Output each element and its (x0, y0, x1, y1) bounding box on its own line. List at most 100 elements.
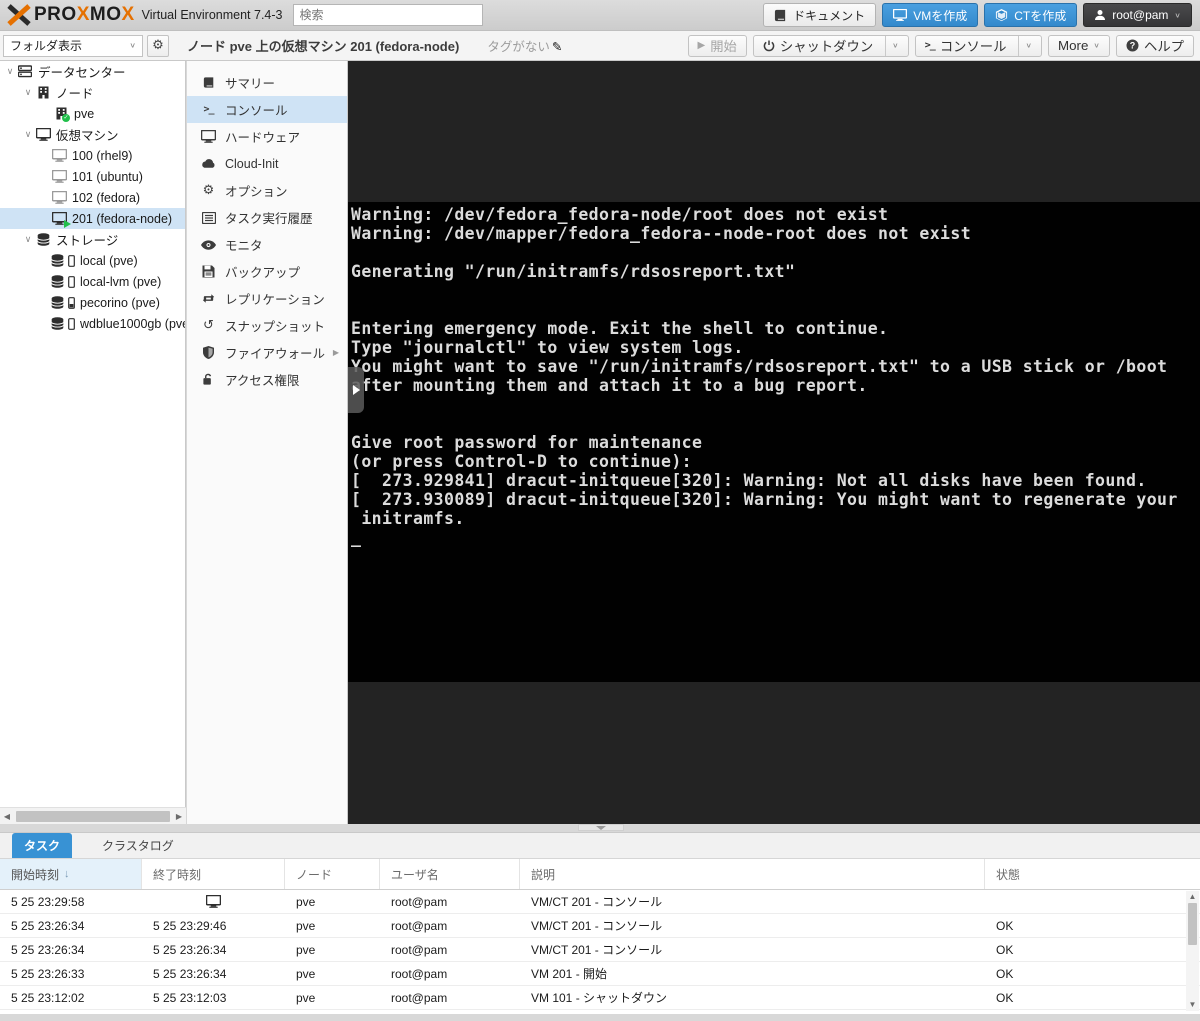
menu-item-task-history[interactable]: タスク実行履歴 (187, 204, 347, 231)
collapse-down-icon (596, 825, 606, 830)
tree-item-vm-102[interactable]: 102 (fedora) (0, 187, 185, 208)
column-header-user[interactable]: ユーザ名 (380, 859, 520, 889)
menu-item-backup[interactable]: バックアップ (187, 258, 347, 285)
expander-icon[interactable]: ∨ (22, 234, 34, 245)
start-button[interactable]: ▶ 開始 (687, 34, 747, 57)
task-row[interactable]: 5 25 23:26:34 5 25 23:29:46 pve root@pam… (0, 914, 1200, 938)
help-button[interactable]: ? ヘルプ (1116, 34, 1194, 57)
task-row[interactable]: 5 25 23:26:33 5 25 23:26:34 pve root@pam… (0, 962, 1200, 986)
eye-icon (200, 239, 217, 250)
tab-tasks[interactable]: タスク (12, 833, 73, 858)
tree-item-storage-local[interactable]: local (pve) (0, 250, 185, 271)
help-icon: ? (1126, 39, 1139, 52)
novnc-viewport[interactable]: Warning: /dev/fedora_fedora-node/root do… (348, 61, 1200, 824)
database-icon (48, 296, 66, 309)
chevron-down-icon: ∨ (892, 41, 899, 50)
display-icon (200, 130, 217, 143)
menu-item-console[interactable]: >_ コンソール (187, 96, 347, 123)
console-button[interactable]: >_ コンソール ∨ (914, 34, 1043, 57)
user-menu-button[interactable]: root@pam ∨ (1083, 3, 1192, 27)
menu-item-snapshot[interactable]: ↺ スナップショット (187, 312, 347, 339)
menu-item-options[interactable]: ⚙ オプション (187, 177, 347, 204)
scrollbar-thumb[interactable] (1188, 903, 1197, 945)
scroll-up-icon[interactable]: ▲ (1189, 891, 1197, 903)
console-line: Warning: /dev/mapper/fedora_fedora--node… (351, 224, 972, 243)
chevron-down-icon: ∨ (1174, 10, 1181, 19)
tree-item-storage-group[interactable]: ∨ ストレージ (0, 229, 185, 250)
menu-item-hardware[interactable]: ハードウェア (187, 123, 347, 150)
building-icon (34, 86, 52, 99)
console-line: Entering emergency mode. Exit the shell … (351, 319, 889, 338)
svg-text:?: ? (1130, 41, 1136, 51)
scroll-right-icon[interactable]: ▶ (172, 812, 186, 821)
tree-item-storage-pecorino[interactable]: pecorino (pve) (0, 292, 185, 313)
vm-section-menu: サマリー >_ コンソール ハードウェア Cloud-Init ⚙ オプション … (187, 61, 348, 824)
task-row[interactable]: 5 25 23:12:02 5 25 23:12:03 pve root@pam… (0, 986, 1200, 1010)
console-line: [ 273.929841] dracut-initqueue[320]: War… (351, 471, 1147, 490)
brand-wordmark: PROXMOX (34, 4, 135, 25)
tree-item-storage-local-lvm[interactable]: local-lvm (pve) (0, 271, 185, 292)
shutdown-dropdown[interactable]: ∨ (885, 35, 899, 56)
expander-icon[interactable]: ∨ (22, 87, 34, 98)
column-header-end-time[interactable]: 終了時刻 (142, 859, 285, 889)
menu-item-replication[interactable]: レプリケーション (187, 285, 347, 312)
terminal-icon: >_ (203, 104, 214, 115)
menu-item-firewall[interactable]: ファイアウォール ▶ (187, 339, 347, 366)
scroll-down-icon[interactable]: ▼ (1189, 999, 1197, 1011)
tree-horizontal-scrollbar[interactable]: ◀ ▶ (0, 807, 186, 824)
expand-right-icon (352, 385, 360, 395)
terminal-icon: >_ (924, 40, 936, 51)
more-button[interactable]: More ∨ (1048, 34, 1111, 57)
search-input[interactable] (292, 4, 483, 26)
console-active-icon (206, 895, 221, 908)
list-icon (200, 211, 217, 224)
create-ct-button[interactable]: CTを作成 (984, 3, 1078, 27)
pencil-icon[interactable]: ✎ (552, 39, 562, 54)
tree-item-vm-201[interactable]: 201 (fedora-node) (0, 208, 185, 229)
tree-settings-button[interactable]: ⚙ (147, 34, 169, 57)
tags-label: タグがない ✎ (487, 39, 563, 54)
menu-item-summary[interactable]: サマリー (187, 69, 347, 96)
tab-cluster-log[interactable]: クラスタログ (90, 833, 186, 858)
tree-item-vm-100[interactable]: 100 (rhel9) (0, 145, 185, 166)
cube-icon (996, 8, 1008, 21)
shield-icon (200, 346, 217, 359)
column-header-start-time[interactable]: 開始時刻 ↓ (0, 859, 142, 889)
scrollbar-thumb[interactable] (16, 810, 170, 822)
task-vertical-scrollbar[interactable]: ▲ ▼ (1186, 891, 1199, 1011)
shutdown-button[interactable]: シャットダウン ∨ (752, 34, 909, 57)
menu-item-cloud-init[interactable]: Cloud-Init (187, 150, 347, 177)
documentation-button[interactable]: ドキュメント (763, 3, 877, 27)
console-dropdown[interactable]: ∨ (1018, 35, 1032, 56)
tree-item-storage-wdblue[interactable]: wdblue1000gb (pve (0, 313, 185, 334)
column-header-node[interactable]: ノード (285, 859, 380, 889)
panel-splitter[interactable] (0, 824, 1200, 832)
console-cursor: _ (351, 528, 362, 547)
chevron-down-icon: ∨ (1093, 41, 1101, 50)
tree-item-nodes-group[interactable]: ∨ ノード (0, 82, 185, 103)
menu-item-permissions[interactable]: アクセス権限 (187, 366, 347, 393)
task-row-partial[interactable] (0, 1010, 1200, 1014)
column-header-description[interactable]: 説明 (520, 859, 985, 889)
novnc-controlbar-handle[interactable] (348, 367, 364, 413)
task-row[interactable]: 5 25 23:29:58 pve root@pam VM/CT 201 - コ… (0, 890, 1200, 914)
scroll-left-icon[interactable]: ◀ (0, 812, 14, 821)
display-icon (50, 149, 68, 162)
tree-item-vm-101[interactable]: 101 (ubuntu) (0, 166, 185, 187)
storage-type-icon (66, 275, 76, 288)
power-icon (763, 40, 775, 51)
vm-console-screen[interactable]: Warning: /dev/fedora_fedora-node/root do… (348, 202, 1200, 682)
expander-icon[interactable]: ∨ (22, 129, 34, 140)
splitter-handle[interactable] (578, 824, 624, 831)
create-vm-button[interactable]: VMを作成 (882, 3, 979, 27)
submenu-arrow-icon: ▶ (332, 348, 339, 357)
tree-item-datacenter[interactable]: ∨ データセンター (0, 61, 185, 82)
tree-item-node-pve[interactable]: ✓ pve (0, 103, 185, 124)
view-mode-select[interactable]: フォルダ表示 ∨ (3, 34, 143, 57)
column-header-status[interactable]: 状態 (985, 859, 1186, 889)
expander-icon[interactable]: ∨ (4, 66, 16, 77)
tree-item-vms-group[interactable]: ∨ 仮想マシン (0, 124, 185, 145)
task-row[interactable]: 5 25 23:26:34 5 25 23:26:34 pve root@pam… (0, 938, 1200, 962)
menu-item-monitor[interactable]: モニタ (187, 231, 347, 258)
